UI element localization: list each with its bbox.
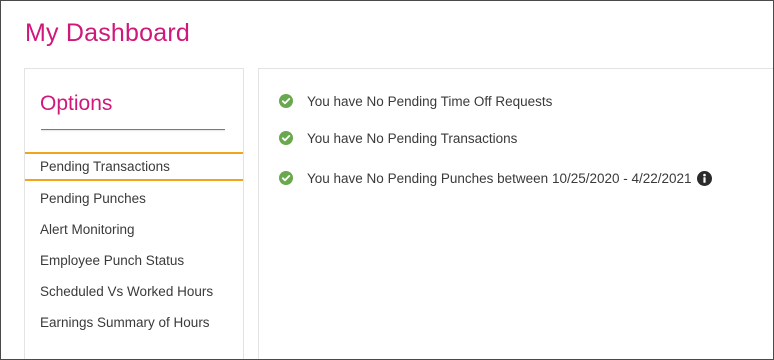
status-transactions: You have No Pending Transactions [279, 128, 517, 148]
option-scheduled-vs-worked-hours[interactable]: Scheduled Vs Worked Hours [25, 276, 243, 307]
status-punches: You have No Pending Punches between 10/2… [279, 168, 712, 188]
option-label: Pending Transactions [40, 159, 170, 174]
check-circle-icon [279, 94, 293, 108]
options-title: Options [40, 92, 113, 115]
options-divider [41, 129, 225, 130]
status-time-off-requests: You have No Pending Time Off Requests [279, 91, 552, 111]
check-circle-icon [279, 131, 293, 145]
option-alert-monitoring[interactable]: Alert Monitoring [25, 214, 243, 245]
option-label: Alert Monitoring [40, 222, 135, 237]
page-title: My Dashboard [25, 19, 190, 47]
option-label: Pending Punches [40, 191, 146, 206]
option-label: Earnings Summary of Hours [40, 315, 210, 330]
status-text: You have No Pending Punches between 10/2… [307, 170, 692, 186]
option-earnings-summary-of-hours[interactable]: Earnings Summary of Hours [25, 307, 243, 338]
main-panel: You have No Pending Time Off Requests Yo… [258, 68, 773, 359]
options-panel: Options Pending Transactions Pending Pun… [24, 68, 244, 359]
option-pending-punches[interactable]: Pending Punches [25, 183, 243, 214]
status-text: You have No Pending Time Off Requests [307, 93, 553, 109]
option-employee-punch-status[interactable]: Employee Punch Status [25, 245, 243, 276]
option-pending-transactions[interactable]: Pending Transactions [25, 152, 243, 181]
dashboard-frame: My Dashboard Options Pending Transaction… [0, 0, 774, 360]
status-text: You have No Pending Transactions [307, 130, 518, 146]
info-circle-icon[interactable] [696, 170, 712, 186]
check-circle-icon [279, 171, 293, 185]
option-label: Scheduled Vs Worked Hours [40, 284, 214, 299]
options-list: Pending Transactions Pending Punches Ale… [25, 152, 243, 338]
option-label: Employee Punch Status [40, 253, 185, 268]
